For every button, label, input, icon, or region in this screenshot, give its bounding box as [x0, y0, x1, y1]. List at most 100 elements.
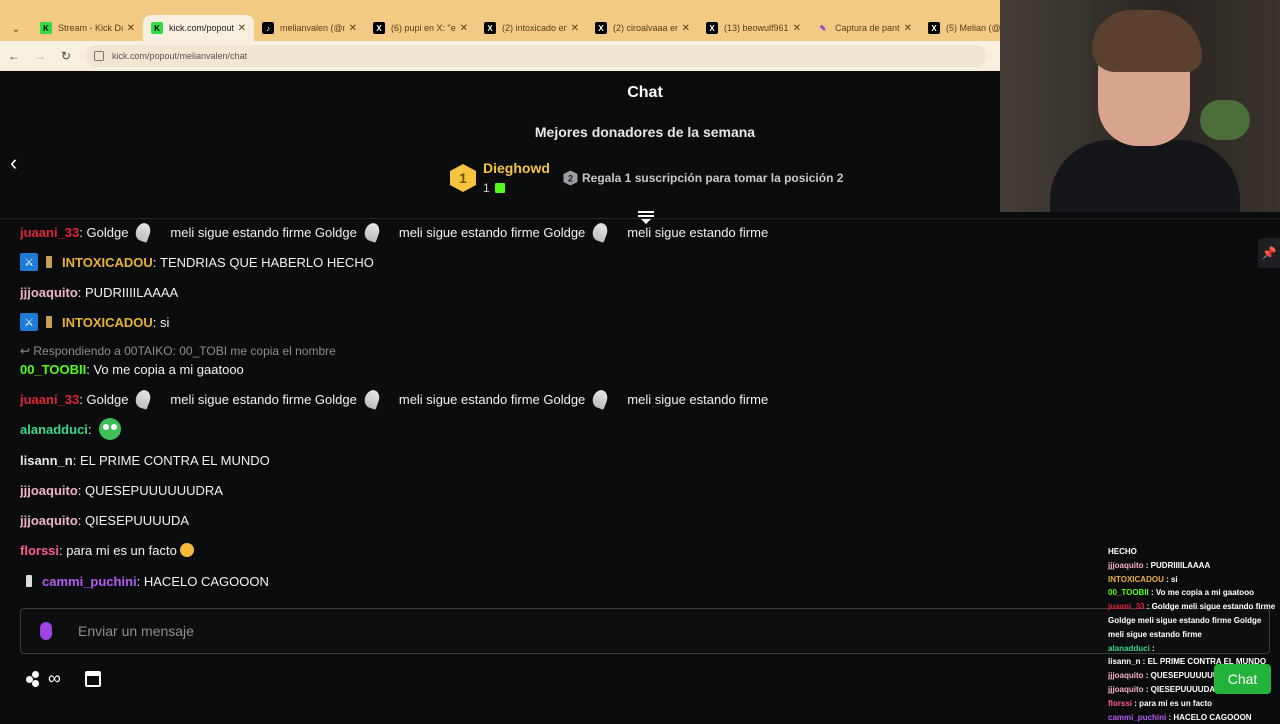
tab-search-button[interactable]: ⌄ — [4, 17, 28, 41]
browser-tab-bar: ⌄ K Stream - Kick Da ✕ Kkick.com/popout ✕ ♪… — [0, 0, 1023, 44]
chat-message: alanadduci: — [20, 418, 122, 440]
chat-message: ⚔ INTOXICADOU: TENDRIAS QUE HABERLO HECH… — [20, 252, 374, 272]
close-tab-icon[interactable]: ✕ — [571, 23, 579, 34]
sunglasses-emoji-icon — [179, 543, 194, 557]
message-text: meli sigue estando firme — [627, 224, 769, 240]
rank-2-number: 2 — [568, 174, 573, 184]
feather-emote-icon — [362, 222, 382, 243]
message-text: QIESEPUUUUDA — [85, 512, 190, 528]
chat-messages: juaani_33: Goldge meli sigue estando fir… — [20, 222, 1020, 600]
webcam-overlay — [1000, 0, 1280, 212]
address-bar: ← → ↻ kick.com/popout/melianvalen/chat — [0, 41, 1000, 71]
browser-tab[interactable]: K Stream - Kick Da ✕ — [32, 15, 143, 41]
message-username[interactable]: INTOXICADOU — [62, 315, 153, 330]
rank-1-badge-icon: 1 — [450, 164, 476, 192]
browser-tab[interactable]: X (2) ciroalvaaa en ✕ — [587, 15, 698, 41]
overlay-line: florssi : para mi es un facto — [1108, 698, 1213, 708]
message-username[interactable]: cammi_puchini — [42, 574, 137, 589]
feather-emote-icon — [362, 388, 382, 410]
subscriber-badge-icon — [26, 575, 32, 587]
top-donors-title: Mejores donadores de la semana — [534, 124, 756, 140]
feather-emote-icon — [133, 222, 154, 243]
forward-arrow-icon[interactable]: → — [28, 44, 52, 68]
page-title: Chat — [627, 84, 663, 101]
chat-button[interactable]: Chat — [1214, 664, 1271, 694]
pin-icon[interactable]: 📌 — [1258, 238, 1280, 268]
close-tab-icon[interactable]: ✕ — [904, 23, 912, 34]
chat-message: jjjoaquito: QIESEPUUUUDA — [20, 512, 190, 528]
browser-tab[interactable]: ✎ Captura de pant ✕ — [809, 15, 920, 41]
message-username[interactable]: 00_TOOBII — [20, 362, 86, 377]
message-username[interactable]: florssi — [20, 543, 59, 558]
store-icon[interactable] — [84, 670, 101, 687]
message-text: meli sigue estando firme — [627, 391, 769, 407]
top-donor-name[interactable]: Dieghowd — [483, 160, 550, 176]
chevron-left-icon[interactable]: ‹ — [10, 152, 28, 176]
message-username[interactable]: juaani_33 — [20, 392, 79, 407]
close-tab-icon[interactable]: ✕ — [682, 23, 690, 34]
message-text: HACELO CAGOOON — [143, 573, 269, 589]
close-tab-icon[interactable]: ✕ — [793, 23, 801, 34]
frog-emote-icon — [99, 418, 122, 440]
chat-input-box[interactable]: Enviar un mensaje — [20, 608, 1270, 654]
chat-message: ⚔ INTOXICADOU: si — [20, 312, 169, 332]
message-text: Goldge — [86, 224, 129, 240]
chat-message: 00_TOOBII: Vo me copia a mi gaatooo — [20, 361, 244, 377]
message-username[interactable]: alanadduci — [20, 422, 88, 437]
browser-tab[interactable]: X (6) pupi en X: "el ✕ — [365, 15, 476, 41]
moderator-sword-icon: ⚔ — [20, 313, 38, 331]
overlay-line: cammi_puchini : HACELO CAGOOON — [1108, 712, 1252, 722]
browser-tab-active[interactable]: Kkick.com/popout ✕ — [143, 15, 254, 41]
message-username[interactable]: INTOXICADOU — [62, 255, 153, 270]
message-text: PUDRIIIILAAAA — [85, 284, 179, 300]
infinity-icon[interactable]: ∞ — [48, 668, 61, 689]
moderator-sword-icon: ⚔ — [20, 253, 38, 271]
chat-message: lisann_n: EL PRIME CONTRA EL MUNDO — [20, 452, 270, 468]
x-favicon-icon: X — [928, 22, 940, 34]
reload-icon[interactable]: ↻ — [54, 44, 78, 68]
message-username[interactable]: jjjoaquito — [20, 285, 78, 300]
back-arrow-icon[interactable]: ← — [2, 44, 26, 68]
chat-message: jjjoaquito: QUESEPUUUUUUDRA — [20, 482, 223, 498]
chat-message: jjjoaquito: PUDRIIIILAAAA — [20, 284, 179, 300]
message-username[interactable]: jjjoaquito — [20, 513, 78, 528]
site-info-icon[interactable] — [94, 51, 104, 61]
feather-emote-icon — [590, 388, 610, 410]
browser-tab[interactable]: ♪ melianvalen (@m ✕ — [254, 15, 365, 41]
browser-tab[interactable]: X (13) beowulf961 ✕ — [698, 15, 809, 41]
overlay-line: INTOXICADOU : si — [1108, 574, 1178, 584]
message-text: meli sigue estando firme Goldge — [398, 224, 586, 240]
message-username[interactable]: lisann_n — [20, 453, 73, 468]
message-text: meli sigue estando firme Goldge — [170, 391, 357, 407]
chat-message: cammi_puchini: HACELO CAGOOON — [20, 571, 269, 591]
gift-sub-prompt[interactable]: Regala 1 suscripción para tomar la posic… — [582, 171, 843, 185]
message-username[interactable]: jjjoaquito — [20, 483, 78, 498]
message-username[interactable]: juaani_33 — [20, 225, 79, 240]
snipping-tool-favicon-icon: ✎ — [819, 23, 827, 33]
browser-tab[interactable]: X (2) intoxicado en ✕ — [476, 15, 587, 41]
close-tab-icon[interactable]: ✕ — [238, 23, 246, 34]
chat-input-placeholder[interactable]: Enviar un mensaje — [78, 623, 194, 639]
x-favicon-icon: X — [706, 22, 718, 34]
close-tab-icon[interactable]: ✕ — [460, 23, 468, 34]
reply-context[interactable]: ↩ Respondiendo a 00TAIKO: 00_TOBI me cop… — [20, 344, 336, 358]
message-text: EL PRIME CONTRA EL MUNDO — [79, 452, 270, 468]
webcam-person-body — [1050, 140, 1240, 212]
x-favicon-icon: X — [484, 22, 496, 34]
close-tab-icon[interactable]: ✕ — [349, 23, 357, 34]
overlay-line: alanadduci : — [1108, 643, 1155, 653]
chat-message: juaani_33: Goldge meli sigue estando fir… — [20, 222, 769, 243]
close-tab-icon[interactable]: ✕ — [127, 23, 135, 34]
overlay-line: jjjoaquito : PUDRIIIILAAAA — [1108, 560, 1211, 570]
microphone-icon[interactable] — [40, 622, 52, 640]
gift-icon — [495, 183, 505, 193]
rank-2-badge-icon: 2 — [563, 170, 578, 186]
url-field[interactable]: kick.com/popout/melianvalen/chat — [86, 45, 986, 67]
kick-favicon-icon: K — [40, 22, 52, 34]
message-text: meli sigue estando firme Goldge — [398, 391, 586, 407]
kick-points-icon[interactable] — [26, 670, 44, 687]
rank-1-number: 1 — [459, 170, 467, 186]
x-favicon-icon: X — [373, 22, 385, 34]
feather-emote-icon — [590, 222, 610, 243]
overlay-line: HECHO — [1108, 547, 1137, 556]
